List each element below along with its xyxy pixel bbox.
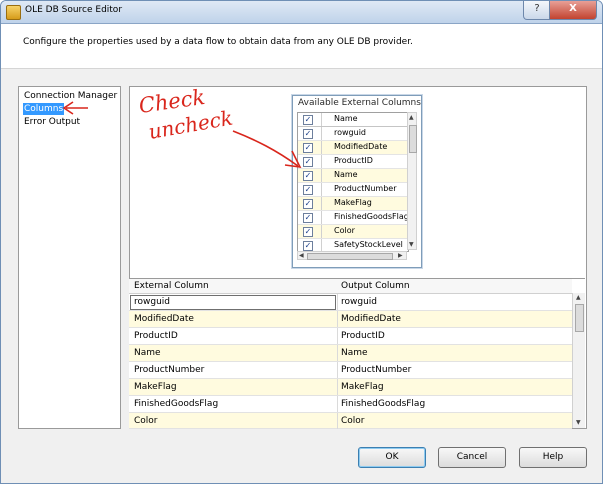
annotation-arrow-to-checkboxes <box>232 130 299 167</box>
handwritten-annotation: Check uncheck <box>62 85 302 168</box>
